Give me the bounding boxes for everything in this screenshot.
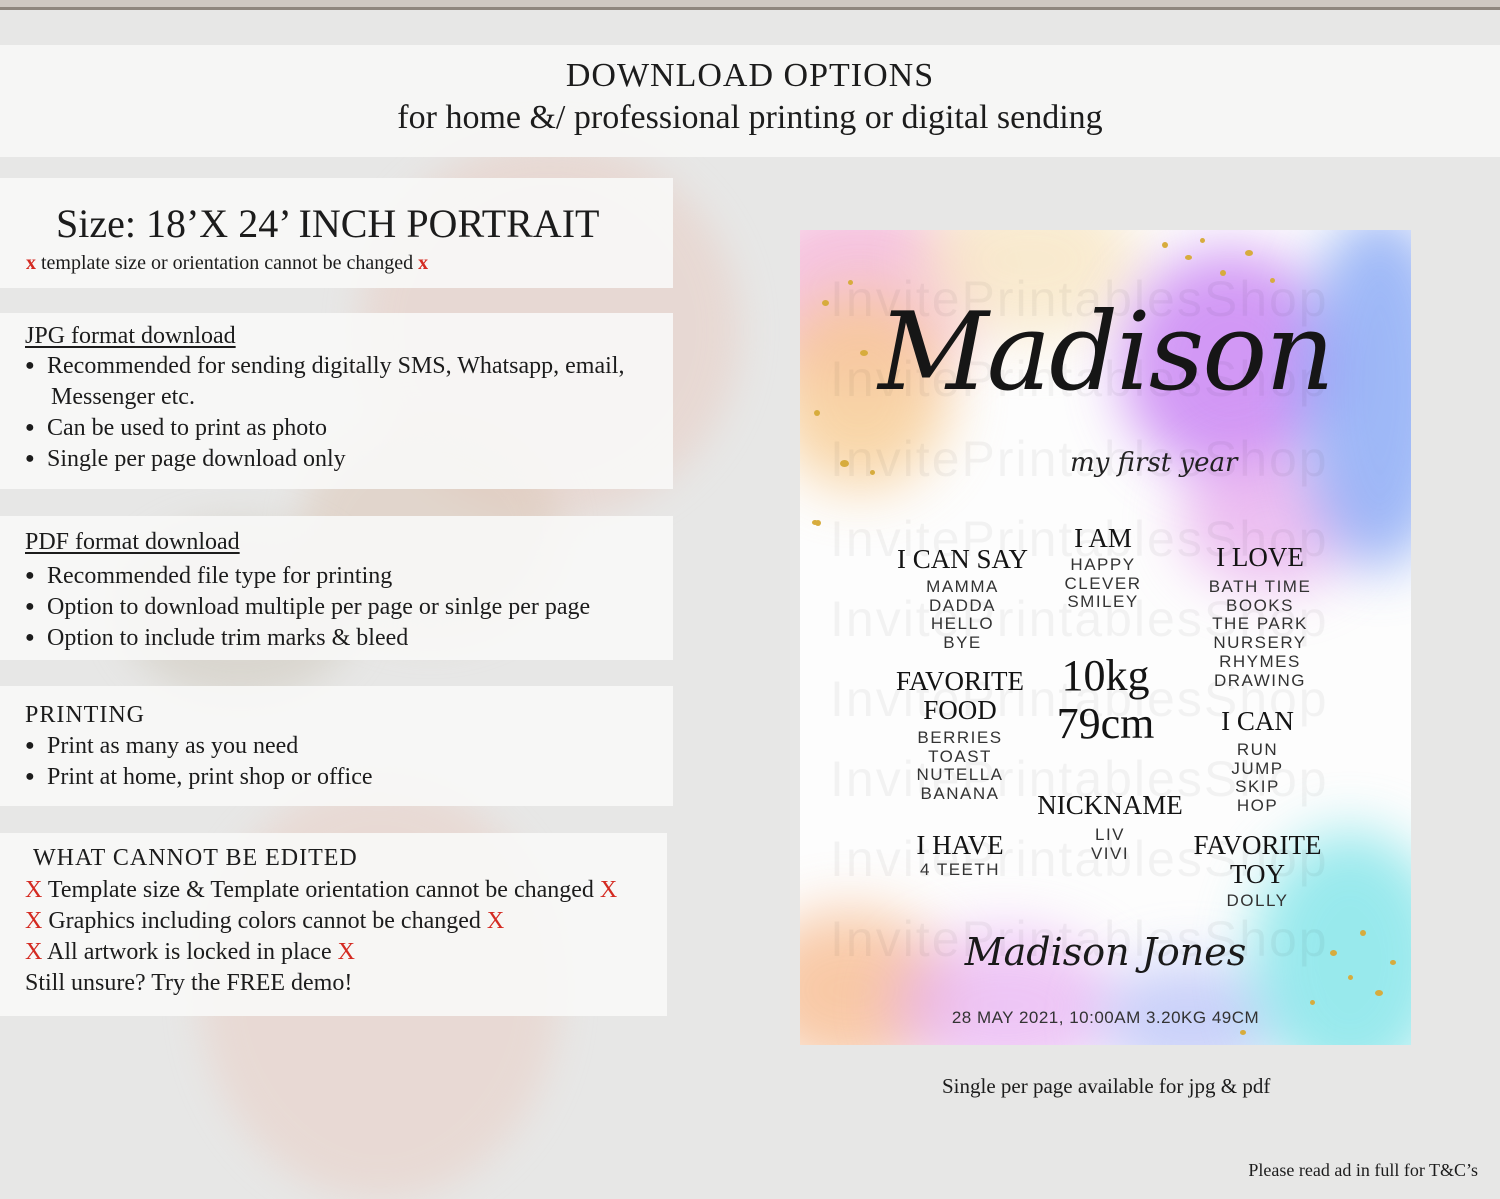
favorite-toy-heading: FAVORITE TOY bbox=[1193, 830, 1322, 889]
i-am-heading: I AM bbox=[1074, 523, 1132, 553]
nickname-heading: NICKNAME bbox=[1037, 790, 1183, 820]
gold-fleck bbox=[1348, 975, 1353, 980]
x-mark: x bbox=[418, 252, 429, 274]
cannot-edit-line: X Template size & Template orientation c… bbox=[25, 877, 618, 903]
poster-preview: InvitePrintablesShop InvitePrintablesSho… bbox=[800, 230, 1411, 1045]
header-subtitle: for home &/ professional printing or dig… bbox=[397, 99, 1103, 136]
poster-signature: Madison Jones bbox=[964, 930, 1247, 974]
birth-details: 28 MAY 2021, 10:00AM 3.20KG 49CM bbox=[951, 1008, 1260, 1027]
i-am-list: HAPPY CLEVER SMILEY bbox=[1064, 555, 1142, 612]
bullet-icon: ● bbox=[25, 567, 35, 584]
jpg-bullet: ● Single per page download only bbox=[25, 446, 346, 472]
size-note: x template size or orientation cannot be… bbox=[26, 252, 428, 275]
download-options-header: DOWNLOAD OPTIONS for home &/ professiona… bbox=[0, 45, 1500, 157]
gold-fleck bbox=[1245, 250, 1253, 256]
header-title: DOWNLOAD OPTIONS bbox=[565, 57, 935, 94]
pdf-title: PDF format download bbox=[25, 529, 240, 555]
jpg-bullet-continuation: Messenger etc. bbox=[51, 384, 195, 410]
gold-fleck bbox=[1185, 255, 1192, 260]
gold-fleck bbox=[1240, 1030, 1246, 1035]
printing-panel: PRINTING ● Print as many as you need ● Pri… bbox=[0, 686, 673, 806]
jpg-bullet: ● Recommended for sending digitally SMS, … bbox=[25, 353, 625, 379]
terms-note: Please read ad in full for T&C’s bbox=[1248, 1160, 1478, 1180]
weight-value: 10kg bbox=[1061, 651, 1150, 700]
size-title: Size: 18’X 24’ INCH PORTRAIT bbox=[56, 201, 600, 246]
gold-fleck bbox=[1310, 1000, 1315, 1005]
i-can-say-heading: I CAN SAY bbox=[896, 544, 1029, 574]
cannot-edit-title: WHAT CANNOT BE EDITED bbox=[33, 845, 358, 871]
preview-caption: Single per page available for jpg & pdf bbox=[942, 1074, 1271, 1098]
jpg-title: JPG format download bbox=[25, 323, 236, 349]
pdf-bullet: ● Option to download multiple per page or… bbox=[25, 594, 591, 620]
gold-fleck bbox=[815, 520, 821, 526]
demo-prompt: Still unsure? Try the FREE demo! bbox=[25, 970, 353, 996]
bullet-icon: ● bbox=[25, 450, 35, 467]
bullet-icon: ● bbox=[25, 419, 35, 436]
top-image-strip bbox=[0, 0, 1500, 10]
i-have-list: 4 TEETH bbox=[919, 860, 1001, 879]
cannot-edit-line: X All artwork is locked in place X bbox=[25, 939, 355, 965]
favorite-toy-list: DOLLY bbox=[1226, 891, 1289, 910]
poster-name: Madison bbox=[878, 290, 1335, 415]
printing-bullet: ● Print at home, print shop or office bbox=[25, 764, 373, 790]
i-have-heading: I HAVE bbox=[916, 830, 1004, 860]
pdf-panel: PDF format download ● Recommended file ty… bbox=[0, 516, 673, 660]
gold-fleck bbox=[1162, 242, 1168, 248]
bullet-icon: ● bbox=[25, 598, 35, 615]
poster-subtitle: my first year bbox=[1070, 448, 1238, 478]
size-panel: Size: 18’X 24’ INCH PORTRAIT x template … bbox=[0, 178, 673, 288]
gold-fleck bbox=[1200, 238, 1205, 243]
x-mark: x bbox=[26, 252, 36, 274]
jpg-panel: JPG format download ● Recommended for sen… bbox=[0, 313, 673, 489]
printing-bullet: ● Print as many as you need bbox=[25, 733, 299, 759]
bullet-icon: ● bbox=[25, 357, 35, 374]
pdf-bullet: ● Option to include trim marks & bleed bbox=[25, 625, 409, 651]
bullet-icon: ● bbox=[25, 629, 35, 646]
printing-title: PRINTING bbox=[25, 702, 145, 728]
i-can-say-list: MAMMA DADDA HELLO BYE bbox=[926, 577, 999, 653]
i-can-heading: I CAN bbox=[1221, 706, 1294, 736]
i-love-heading: I LOVE bbox=[1216, 542, 1304, 572]
pdf-bullet: ● Recommended file type for printing bbox=[25, 563, 393, 589]
jpg-bullet: ● Can be used to print as photo bbox=[25, 415, 327, 441]
cannot-edit-panel: WHAT CANNOT BE EDITED X Template size & … bbox=[0, 833, 667, 1016]
bullet-icon: ● bbox=[25, 768, 35, 785]
size-note-text: template size or orientation cannot be c… bbox=[41, 252, 414, 274]
gold-fleck bbox=[1375, 990, 1383, 996]
cannot-edit-line: X Graphics including colors cannot be ch… bbox=[25, 908, 505, 934]
bullet-icon: ● bbox=[25, 737, 35, 754]
